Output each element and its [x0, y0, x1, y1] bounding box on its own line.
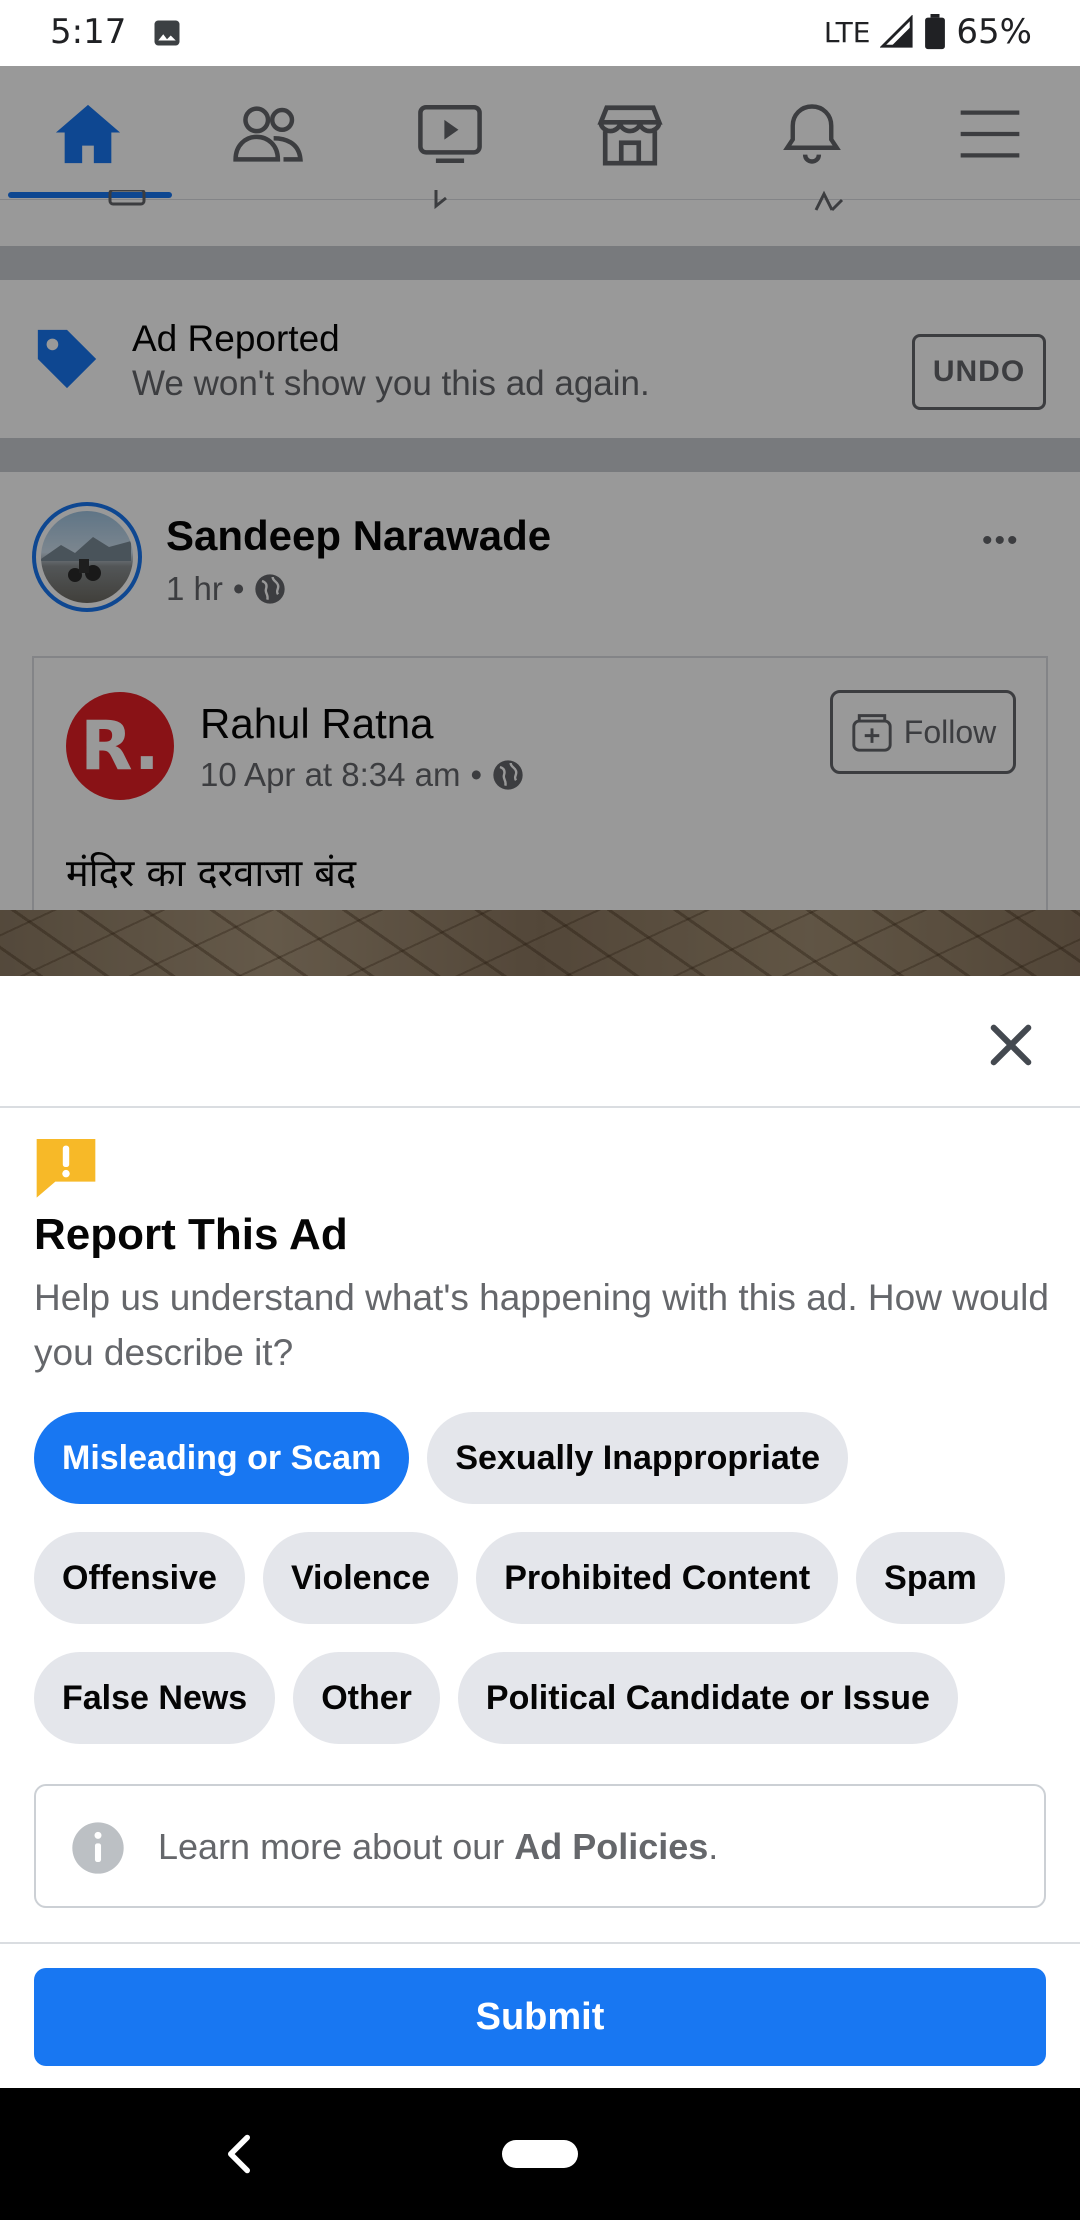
status-bar: 5:17 LTE 65%: [0, 0, 1080, 66]
option-misleading-or-scam[interactable]: Misleading or Scam: [34, 1412, 410, 1504]
option-spam[interactable]: Spam: [856, 1532, 1005, 1624]
dim-overlay[interactable]: [0, 66, 1080, 976]
report-options: Misleading or Scam Sexually Inappropriat…: [34, 1412, 1054, 1772]
sheet-header: [0, 976, 1080, 1108]
close-button[interactable]: [976, 1010, 1046, 1080]
screen: 5:17 LTE 65% Ad Reported We won't show y…: [0, 0, 1080, 2220]
footer-divider: [0, 1942, 1080, 1944]
status-right: LTE 65%: [824, 12, 1032, 52]
signal-icon: [880, 15, 914, 48]
option-political-candidate-or-issue[interactable]: Political Candidate or Issue: [457, 1652, 958, 1744]
close-icon: [990, 1024, 1032, 1066]
option-offensive[interactable]: Offensive: [34, 1532, 245, 1624]
network-type: LTE: [823, 15, 871, 49]
option-violence[interactable]: Violence: [262, 1532, 459, 1624]
options-row: Offensive Violence Prohibited Content Sp…: [34, 1532, 1054, 1624]
battery-icon: [925, 14, 946, 50]
home-pill-button[interactable]: [502, 2140, 578, 2168]
option-other[interactable]: Other: [293, 1652, 440, 1744]
submit-button[interactable]: Submit: [34, 1968, 1046, 2066]
ad-policies-link[interactable]: Ad Policies: [514, 1826, 708, 1867]
options-row: Misleading or Scam Sexually Inappropriat…: [34, 1412, 1054, 1504]
options-row: False News Other Political Candidate or …: [34, 1652, 1054, 1744]
ad-policies-text: Learn more about our Ad Policies.: [158, 1826, 718, 1868]
policy-prefix: Learn more about our: [158, 1826, 515, 1867]
report-description: Help us understand what's happening with…: [34, 1277, 1049, 1373]
option-prohibited-content[interactable]: Prohibited Content: [476, 1532, 839, 1624]
warning-icon: [36, 1139, 96, 1198]
option-false-news[interactable]: False News: [34, 1652, 276, 1744]
ad-policies-box[interactable]: Learn more about our Ad Policies.: [34, 1784, 1046, 1908]
info-icon: [72, 1822, 124, 1874]
back-icon[interactable]: [222, 2132, 256, 2176]
report-title: Report This Ad: [34, 1210, 348, 1259]
android-nav-bar: [0, 2088, 1080, 2220]
battery-percent: 65%: [956, 12, 1032, 52]
status-time: 5:17: [50, 12, 127, 52]
report-ad-sheet: Report This Ad Help us understand what's…: [0, 976, 1080, 2088]
image-notification-icon: [154, 20, 180, 46]
option-sexually-inappropriate[interactable]: Sexually Inappropriate: [427, 1412, 848, 1504]
policy-suffix: .: [708, 1826, 719, 1867]
